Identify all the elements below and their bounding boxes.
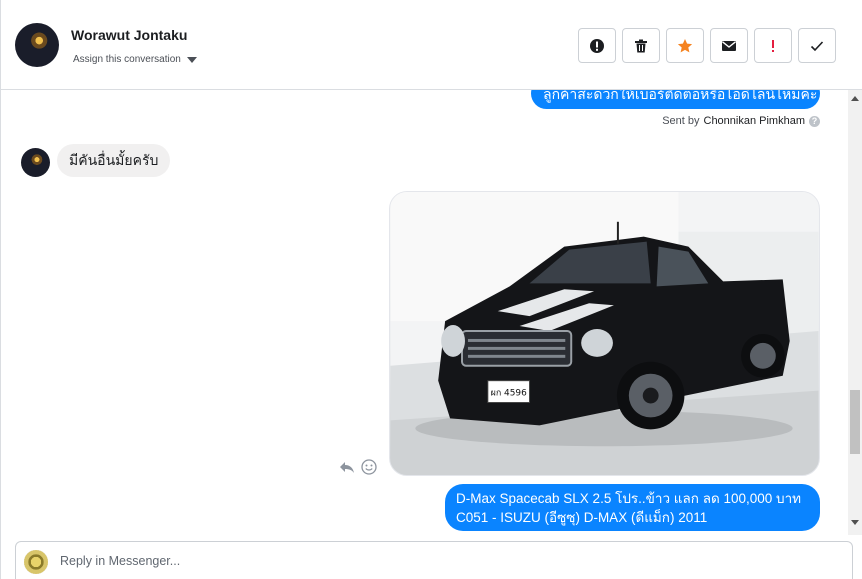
star-button[interactable]: [666, 28, 704, 63]
license-plate: ผก 4596: [491, 389, 527, 399]
contact-avatar[interactable]: [15, 23, 59, 67]
sent-by-label: Sent by Chonnikan Pimkham ?: [662, 115, 820, 127]
check-icon: [810, 40, 824, 51]
mark-unread-button[interactable]: [710, 28, 748, 63]
contact-name[interactable]: Worawut Jontaku: [71, 27, 187, 43]
message-line: D-Max Spacecab SLX 2.5 โปร..ข้าว แลก ลด …: [456, 491, 802, 506]
assign-label: Assign this conversation: [73, 54, 181, 65]
follow-up-button[interactable]: [754, 28, 792, 63]
messenger-inbox-conversation: Worawut Jontaku Assign this conversation: [0, 0, 862, 579]
help-icon[interactable]: ?: [809, 115, 820, 127]
message-reactions: [339, 459, 377, 475]
sent-by-prefix: Sent by: [662, 115, 700, 127]
reply-input[interactable]: [60, 554, 760, 568]
conversation-actions: [578, 28, 836, 63]
pickup-truck-illustration: ผก 4596: [390, 192, 819, 475]
mark-spam-button[interactable]: [578, 28, 616, 63]
conversation-header: Worawut Jontaku Assign this conversation: [1, 0, 862, 90]
trash-icon: [635, 39, 647, 52]
envelope-icon: [722, 40, 736, 51]
outgoing-message: D-Max Spacecab SLX 2.5 โปร..ข้าว แลก ลด …: [445, 484, 820, 531]
page-avatar: [24, 550, 48, 574]
thread-scrollbar[interactable]: [848, 90, 862, 535]
exclamation-icon: [772, 39, 774, 52]
incoming-message: มีคันอื่นมั้ยครับ: [57, 144, 171, 177]
star-icon: [677, 38, 693, 52]
smiley-icon[interactable]: [361, 459, 377, 475]
assign-conversation-dropdown[interactable]: Assign this conversation: [73, 54, 197, 65]
exclamation-circle-icon: [590, 38, 604, 53]
contact-avatar-small: [21, 148, 50, 177]
reply-composer: [15, 541, 853, 579]
delete-button[interactable]: [622, 28, 660, 63]
reply-icon[interactable]: [339, 459, 355, 475]
outgoing-message: ลูกค้าสะดวกให้เบอร์ติดต่อหรือไอดีไลน์ไหม…: [531, 90, 820, 109]
mark-done-button[interactable]: [798, 28, 836, 63]
pickup-truck-photo[interactable]: ผก 4596: [389, 191, 820, 476]
scroll-up-arrow-icon[interactable]: [851, 96, 859, 101]
scrollbar-thumb[interactable]: [850, 390, 860, 454]
scroll-down-arrow-icon[interactable]: [851, 520, 859, 525]
caret-down-icon: [186, 56, 197, 63]
message-line: C051 - ISUZU (อีซูซุ) D-MAX (ดีแม็ก) 201…: [456, 510, 708, 525]
sent-by-name[interactable]: Chonnikan Pimkham: [704, 115, 806, 127]
message-thread[interactable]: ลูกค้าสะดวกให้เบอร์ติดต่อหรือไอดีไลน์ไหม…: [1, 90, 849, 535]
